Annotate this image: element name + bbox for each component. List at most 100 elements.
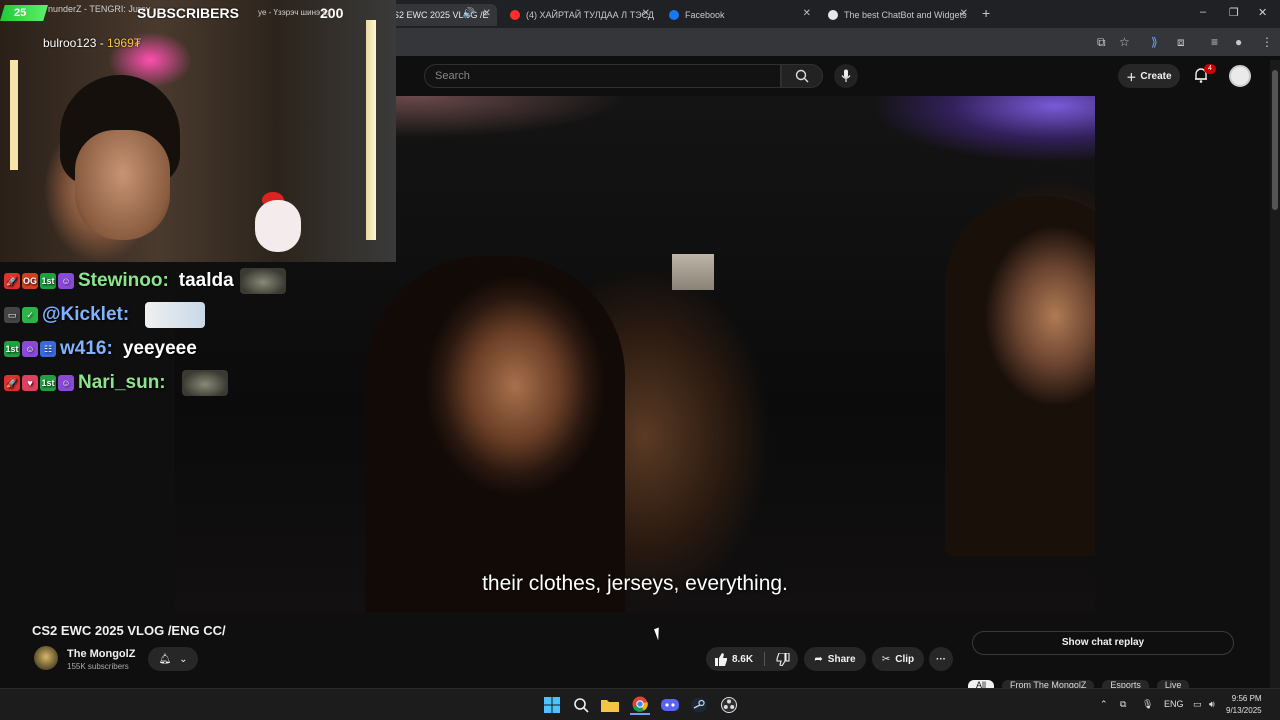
thumbs-down-icon[interactable] [776, 652, 790, 666]
video-title: CS2 EWC 2025 VLOG /ENG CC/ [32, 623, 226, 638]
video-info: CS2 EWC 2025 VLOG /ENG CC/ The MongolZ 1… [0, 612, 1270, 694]
search-icon[interactable] [571, 695, 591, 715]
share-button[interactable]: ➦ Share [804, 647, 866, 671]
chevron-up-icon[interactable]: ⌃ [1100, 699, 1108, 710]
video-caption: their clothes, jerseys, everything. [482, 572, 788, 595]
puzzle-icon[interactable]: ⧈ [1177, 35, 1185, 50]
chat-username: Stewinoo: [78, 270, 169, 291]
face-badge-icon: ☺ [58, 375, 74, 391]
image-emote-icon [145, 302, 206, 328]
channel-subscriber-count: 155K subscribers [67, 662, 129, 671]
facebook-icon [669, 10, 679, 20]
maximize-button[interactable]: ❐ [1229, 6, 1239, 19]
install-icon[interactable]: ⧉ [1097, 35, 1106, 50]
video-lamp [672, 254, 714, 290]
close-window-button[interactable]: ✕ [1258, 6, 1267, 19]
system-clock[interactable]: 9:56 PM 9/13/2025 [1226, 693, 1262, 717]
scrollbar-thumb[interactable] [1272, 70, 1278, 210]
close-icon[interactable]: ✕ [960, 8, 968, 19]
first-badge-icon: 1st [4, 341, 20, 357]
voice-search-button[interactable] [834, 64, 858, 88]
volume-icon[interactable]: 🔊︎ [1209, 699, 1215, 710]
notification-count-badge: 4 [1204, 64, 1216, 74]
chat-message: 🚀 OG 1st ☺ Stewinoo: taalda [4, 264, 344, 298]
create-label: Create [1140, 70, 1172, 82]
subscription-bell-button[interactable]: 🔔︎ ⌄ [148, 647, 198, 671]
close-icon[interactable]: ✕ [642, 8, 650, 19]
channel-avatar[interactable] [34, 646, 58, 670]
tab-hairtai[interactable]: (4) ХАЙРТАЙ ТУЛДАА Л ТЭСД ✕ [502, 4, 656, 26]
video-person-right [945, 196, 1095, 556]
subscribers-label: SUBSCRIBERS [137, 5, 239, 21]
clock-time: 9:56 PM [1231, 694, 1262, 703]
face-badge-icon: ☺ [22, 341, 38, 357]
chat-username: @Kicklet: [42, 304, 130, 325]
microphone-icon [841, 69, 851, 82]
like-dislike-group: 8.6K [706, 647, 798, 671]
cam-user-points: 1969₮ [107, 36, 142, 50]
like-button[interactable]: 8.6K [714, 652, 753, 666]
chat-badges: ▭ ✓ [4, 307, 38, 323]
page-scrollbar[interactable] [1270, 60, 1280, 688]
chat-text: yeeyeee [122, 338, 197, 359]
tab-label: The best ChatBot and Widgets [844, 10, 967, 20]
clip-label: Clip [895, 653, 915, 665]
steam-icon[interactable] [689, 695, 709, 715]
discord-icon[interactable] [660, 695, 680, 715]
file-explorer-icon[interactable] [600, 695, 620, 715]
language-indicator[interactable]: ENG [1164, 699, 1184, 709]
clip-button[interactable]: ✂ Clip [872, 647, 924, 671]
windows-taskbar: ⌃ ⧉ 🎙︎ ENG ▭ 🔊︎ 9:56 PM 9/13/2025 [0, 688, 1280, 720]
chat-message: 1st ☺ ☷ w416: yeeyeee [4, 332, 344, 366]
channel-name[interactable]: The MongolZ [67, 648, 135, 660]
chat-message: 🚀 ♥ 1st ☺ Nari_sun: [4, 366, 344, 400]
account-avatar[interactable] [1229, 65, 1251, 87]
tab-chatbot[interactable]: The best ChatBot and Widgets ✕ [820, 4, 974, 26]
emote-icon [181, 370, 228, 396]
emote-icon [239, 268, 286, 294]
cam-user-name: bulroo123 - [43, 36, 108, 50]
chat-message: ▭ ✓ @Kicklet: [4, 298, 344, 332]
sub-count-badge: 25 [0, 5, 48, 21]
chat-badges: 🚀 ♥ 1st ☺ [4, 375, 74, 391]
bookmark-star-icon[interactable]: ☆ [1119, 35, 1130, 49]
profile-icon[interactable]: ● [1235, 35, 1242, 49]
obs-icon[interactable] [719, 695, 739, 715]
display-icon[interactable]: ▭ [1193, 699, 1202, 710]
more-actions-button[interactable]: ··· [929, 647, 953, 671]
clock-date: 9/13/2025 [1226, 706, 1262, 715]
bell-icon: 🔔︎ [158, 653, 172, 665]
divider [764, 652, 766, 666]
show-chat-replay-button[interactable]: Show chat replay [972, 631, 1234, 655]
cam-light-right [366, 20, 376, 240]
windows-start-icon[interactable] [542, 695, 562, 715]
minimize-button[interactable]: – [1200, 6, 1206, 18]
youtube-icon [510, 10, 520, 20]
menu-icon[interactable]: ⋮ [1261, 35, 1273, 49]
microphone-icon[interactable]: 🎙︎ [1142, 699, 1153, 710]
related-filter-chips: All From The MongolZ Esports Live [968, 680, 1190, 694]
close-icon[interactable]: ✕ [803, 8, 811, 19]
cam-light-left [10, 60, 18, 170]
chrome-icon[interactable] [630, 695, 650, 715]
speaker-icon[interactable]: 🔊 [463, 8, 475, 19]
device-badge-icon: ▭ [4, 307, 20, 323]
plus-icon: ＋ [1126, 72, 1137, 84]
cam-username: bulroo123 - 1969₮ [43, 36, 141, 50]
close-icon[interactable]: ✕ [483, 8, 491, 19]
media-control-icon[interactable]: ≡ [1211, 35, 1218, 49]
share-arrow-icon: ➦ [814, 653, 823, 665]
chevron-down-icon: ⌄ [179, 653, 188, 665]
streamer-webcam: bulroo123 - 1969₮ [0, 0, 396, 262]
tab-facebook[interactable]: Facebook ✕ [661, 4, 817, 26]
plush-toy [255, 200, 301, 252]
new-tab-button[interactable]: + [982, 5, 990, 21]
search-button[interactable] [781, 64, 823, 88]
chat-username: w416: [60, 338, 113, 359]
tray-app-icon[interactable]: ⧉ [1120, 699, 1126, 710]
youtube-header: Search ＋ Create 4 [396, 56, 1280, 96]
extension-icon[interactable]: ⟫ [1151, 35, 1158, 49]
create-button[interactable]: ＋ Create [1118, 64, 1180, 88]
rocket-badge-icon: 🚀 [4, 273, 20, 289]
search-input[interactable]: Search [424, 64, 781, 88]
